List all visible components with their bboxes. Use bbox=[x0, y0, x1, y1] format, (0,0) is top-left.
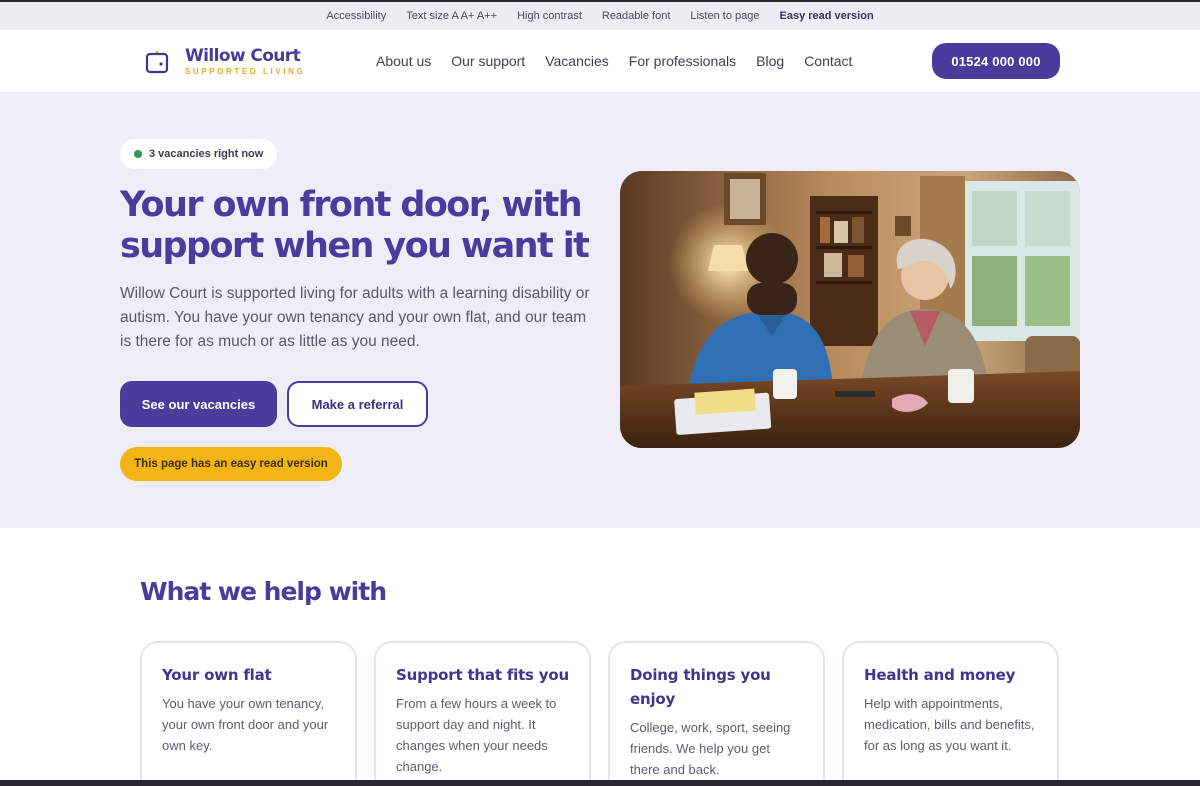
nav-for-professionals[interactable]: For professionals bbox=[629, 53, 736, 69]
listen-to-page-link[interactable]: Listen to page bbox=[690, 10, 759, 22]
door-icon bbox=[145, 48, 169, 74]
nav-contact[interactable]: Contact bbox=[804, 53, 852, 69]
window-bottom-edge bbox=[0, 780, 1200, 786]
accessibility-bar: Accessibility Text size A A+ A++ High co… bbox=[0, 2, 1200, 30]
vacancies-badge-label: 3 vacancies right now bbox=[149, 148, 264, 160]
help-card-title: Health and money bbox=[864, 666, 1016, 684]
see-vacancies-button[interactable]: See our vacancies bbox=[120, 381, 277, 427]
status-dot-icon bbox=[134, 150, 142, 158]
text-size-control[interactable]: Text size A A+ A++ bbox=[406, 10, 497, 22]
help-card-title: Support that fits you bbox=[396, 666, 569, 684]
help-card[interactable]: Support that fits you From a few hours a… bbox=[374, 641, 591, 786]
nav-our-support[interactable]: Our support bbox=[451, 53, 525, 69]
easy-read-pill[interactable]: This page has an easy read version bbox=[120, 447, 342, 481]
readable-font-toggle[interactable]: Readable font bbox=[602, 10, 671, 22]
help-card-text: From a few hours a week to support day a… bbox=[396, 696, 557, 774]
nav-vacancies[interactable]: Vacancies bbox=[545, 53, 609, 69]
main-nav: About us Our support Vacancies For profe… bbox=[376, 53, 872, 69]
nav-blog[interactable]: Blog bbox=[756, 53, 784, 69]
hero-section: 3 vacancies right now Your own front doo… bbox=[0, 93, 1200, 528]
high-contrast-toggle[interactable]: High contrast bbox=[517, 10, 582, 22]
help-card-title: Your own flat bbox=[162, 666, 272, 684]
make-referral-button[interactable]: Make a referral bbox=[287, 381, 428, 427]
vacancies-badge: 3 vacancies right now bbox=[120, 139, 278, 169]
help-card-text: College, work, sport, seeing friends. We… bbox=[630, 720, 791, 777]
help-card-text: You have your own tenancy, your own fron… bbox=[162, 696, 329, 753]
logo-subtitle: SUPPORTED LIVING bbox=[185, 67, 306, 76]
help-card-text: Help with appointments, medication, bill… bbox=[864, 696, 1035, 753]
hero-title: Your own front door, with support when y… bbox=[120, 185, 590, 266]
help-card[interactable]: Doing things you enjoy College, work, sp… bbox=[608, 641, 825, 786]
phone-button[interactable]: 01524 000 000 bbox=[932, 43, 1060, 79]
logo-name: Willow Court bbox=[185, 46, 301, 66]
site-header: Willow Court SUPPORTED LIVING About us O… bbox=[0, 30, 1200, 93]
nav-about-us[interactable]: About us bbox=[376, 53, 431, 69]
help-card[interactable]: Your own flat You have your own tenancy,… bbox=[140, 641, 357, 786]
help-section-title: What we help with bbox=[140, 577, 387, 606]
hero-description: Willow Court is supported living for adu… bbox=[120, 285, 590, 350]
help-card[interactable]: Health and money Help with appointments,… bbox=[842, 641, 1059, 786]
accessibility-label: Accessibility bbox=[326, 10, 387, 22]
hero-photo bbox=[620, 171, 1080, 448]
help-card-title: Doing things you enjoy bbox=[630, 666, 771, 708]
site-logo[interactable]: Willow Court SUPPORTED LIVING bbox=[145, 46, 305, 76]
easy-read-link[interactable]: Easy read version bbox=[780, 10, 874, 22]
